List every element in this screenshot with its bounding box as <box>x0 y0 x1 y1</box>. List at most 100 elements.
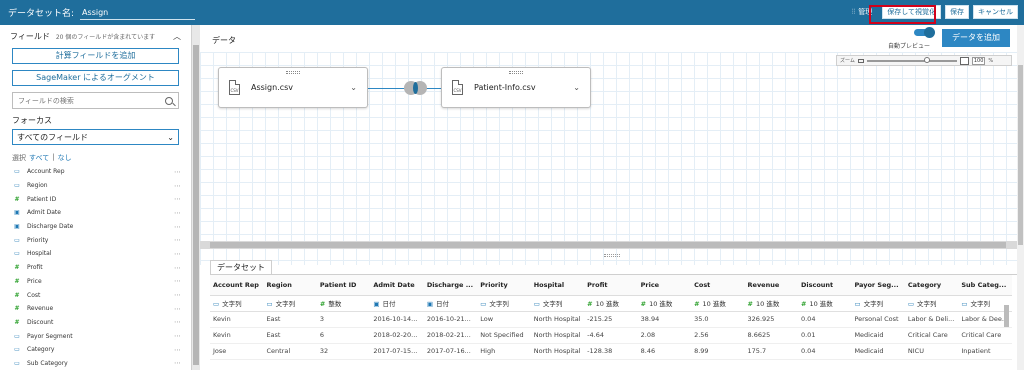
table-cell[interactable]: Low <box>477 311 531 328</box>
column-header[interactable]: Sub Categ... <box>958 275 1012 296</box>
more-options-icon[interactable]: ⋯ <box>174 182 181 190</box>
field-search-input[interactable] <box>18 96 165 105</box>
field-item[interactable]: ▭ Region ⋯ <box>12 179 181 193</box>
field-item[interactable]: # Cost ⋯ <box>12 288 181 302</box>
table-cell[interactable]: 326.925 <box>744 311 798 328</box>
join-icon[interactable] <box>404 81 428 95</box>
dataset-node-patient-info[interactable]: CSV Patient-Info.csv ⌄ <box>441 67 591 108</box>
field-item[interactable]: # Patient ID ⋯ <box>12 192 181 206</box>
column-header[interactable]: Account Rep <box>210 275 264 296</box>
column-type[interactable]: ▭ 文字列 <box>263 295 317 312</box>
dataset-node-assign[interactable]: CSV Assign.csv ⌄ <box>218 67 368 108</box>
more-options-icon[interactable]: ⋯ <box>174 264 181 272</box>
field-item[interactable]: ▭ Payor Segment ⋯ <box>12 329 181 343</box>
table-cell[interactable]: 0.01 <box>797 327 852 344</box>
table-cell[interactable]: East <box>263 327 317 344</box>
table-cell[interactable]: -128.38 <box>584 343 638 360</box>
table-cell[interactable]: 6 <box>316 327 371 344</box>
more-options-icon[interactable]: ⋯ <box>174 305 181 313</box>
sidebar-scrollbar[interactable] <box>192 25 200 370</box>
cancel-button[interactable]: キャンセル <box>973 5 1018 19</box>
drag-handle-icon[interactable] <box>286 71 300 74</box>
table-cell[interactable]: NICU <box>904 343 959 360</box>
column-type[interactable]: #10 進数 <box>691 295 745 312</box>
column-type[interactable]: # 整数 <box>316 295 371 312</box>
chevron-down-icon[interactable]: ⌄ <box>573 83 580 92</box>
field-item[interactable]: ▭ Category ⋯ <box>12 343 181 357</box>
table-cell[interactable]: 175.7 <box>744 343 798 360</box>
field-item[interactable]: ▭ Hospital ⋯ <box>12 247 181 261</box>
field-item[interactable]: ▭ Priority ⋯ <box>12 233 181 247</box>
table-cell[interactable]: 38.94 <box>637 311 692 328</box>
more-options-icon[interactable]: ⋯ <box>174 291 181 299</box>
panel-resize-handle[interactable] <box>604 254 620 257</box>
grid-scroll-thumb[interactable] <box>1004 305 1009 327</box>
table-cell[interactable]: Inpatient <box>958 343 1012 360</box>
column-header[interactable]: Admit Date <box>370 275 424 296</box>
column-type[interactable]: #10 進数 <box>797 295 852 312</box>
column-header[interactable]: Hospital <box>530 275 585 296</box>
drag-handle-icon[interactable] <box>509 71 523 74</box>
table-cell[interactable]: 2.08 <box>637 327 692 344</box>
field-item[interactable]: ▣ Discharge Date ⋯ <box>12 220 181 234</box>
column-type[interactable]: ▣ 日付 <box>370 295 424 312</box>
zoom-out-icon[interactable] <box>857 58 864 63</box>
zoom-slider-knob[interactable] <box>923 56 930 63</box>
select-none-link[interactable]: なし <box>58 153 72 163</box>
column-type[interactable]: ▭ 文字列 <box>904 295 959 312</box>
table-cell[interactable]: Medicaid <box>851 343 905 360</box>
column-type[interactable]: ▣ 日付 <box>423 295 478 312</box>
dataset-name-input[interactable] <box>80 5 196 20</box>
add-data-button[interactable]: データを追加 <box>942 29 1010 47</box>
field-item[interactable]: # Price ⋯ <box>12 275 181 289</box>
column-header[interactable]: Payor Seg... <box>851 275 905 296</box>
collapse-chevron-icon[interactable]: ︿ <box>173 31 181 42</box>
column-type[interactable]: ▭ 文字列 <box>210 295 264 312</box>
more-options-icon[interactable]: ⋯ <box>174 209 181 217</box>
column-type[interactable]: ▭ 文字列 <box>477 295 531 312</box>
table-cell[interactable]: 8.6625 <box>744 327 798 344</box>
save-button[interactable]: 保存 <box>945 5 969 19</box>
table-cell[interactable]: 8.46 <box>637 343 692 360</box>
table-cell[interactable]: 0.04 <box>797 343 852 360</box>
more-options-icon[interactable]: ⋯ <box>174 250 181 258</box>
more-options-icon[interactable]: ⋯ <box>174 236 181 244</box>
canvas-hscroll-thumb[interactable] <box>210 242 1006 248</box>
table-cell[interactable]: High <box>477 343 531 360</box>
table-cell[interactable]: Central <box>263 343 317 360</box>
table-cell[interactable]: Kevin <box>210 311 264 328</box>
field-item[interactable]: ▭ Account Rep ⋯ <box>12 165 181 179</box>
focus-select[interactable]: すべてのフィールド ⌄ <box>12 129 179 145</box>
more-options-icon[interactable]: ⋯ <box>174 277 181 285</box>
table-cell[interactable]: 35.0 <box>691 311 745 328</box>
zoom-in-icon[interactable] <box>959 56 969 65</box>
field-item[interactable]: # Discount ⋯ <box>12 316 181 330</box>
column-header[interactable]: Category <box>904 275 959 296</box>
table-cell[interactable]: 2018-02-21... <box>423 327 478 344</box>
page-scroll-thumb[interactable] <box>1018 65 1023 245</box>
table-cell[interactable]: Critical Care <box>904 327 959 344</box>
table-cell[interactable]: North Hospital <box>530 311 585 328</box>
table-cell[interactable]: Labor & Deli... <box>904 311 959 328</box>
more-options-icon[interactable]: ⋯ <box>174 223 181 231</box>
more-options-icon[interactable]: ⋯ <box>174 195 181 203</box>
table-cell[interactable]: Medicaid <box>851 327 905 344</box>
tab-dataset[interactable]: データセット <box>210 260 272 274</box>
column-type[interactable]: #10 進数 <box>744 295 798 312</box>
table-cell[interactable]: 3 <box>316 311 371 328</box>
table-cell[interactable]: Kevin <box>210 327 264 344</box>
column-type[interactable]: ▭ 文字列 <box>851 295 905 312</box>
more-options-icon[interactable]: ⋯ <box>174 168 181 176</box>
column-header[interactable]: Profit <box>584 275 638 296</box>
table-cell[interactable]: 8.99 <box>691 343 745 360</box>
save-and-visualize-button[interactable]: 保存して視覚化 <box>882 5 941 19</box>
table-cell[interactable]: Jose <box>210 343 264 360</box>
canvas-horizontal-scrollbar[interactable] <box>200 241 1018 249</box>
column-header[interactable]: Cost <box>691 275 745 296</box>
more-options-icon[interactable]: ⋯ <box>174 359 181 367</box>
column-header[interactable]: Region <box>263 275 317 296</box>
column-type[interactable]: #10 進数 <box>637 295 692 312</box>
table-cell[interactable]: -4.64 <box>584 327 638 344</box>
zoom-value[interactable]: 100 <box>971 56 986 65</box>
table-cell[interactable]: 2.56 <box>691 327 745 344</box>
